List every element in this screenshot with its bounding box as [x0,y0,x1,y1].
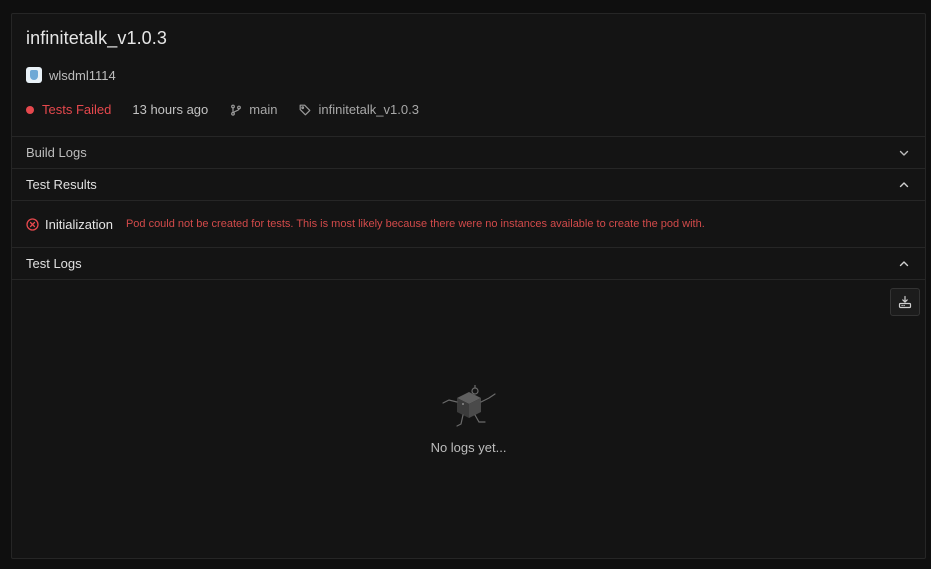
branch-info: main [230,102,277,117]
download-logs-button[interactable] [890,288,920,316]
chevron-up-icon [899,260,909,266]
section-test-logs[interactable]: Test Logs [12,248,925,280]
empty-logs-message: No logs yet... [430,440,507,455]
empty-state-robot-icon [442,385,496,427]
build-meta: Tests Failed 13 hours ago main infinitet… [26,102,419,117]
branch-name: main [249,102,278,117]
section-title: Test Results [26,177,97,192]
test-logs-panel: No logs yet... [12,280,925,558]
author-row[interactable]: wlsdml1114 [26,67,116,83]
chevron-down-icon [899,150,909,156]
section-title: Test Logs [26,256,82,271]
section-title: Build Logs [26,145,87,160]
build-header: infinitetalk_v1.0.3 wlsdml1114 Tests Fai… [12,14,925,137]
download-icon [898,295,912,309]
failed-circle-icon [26,217,39,231]
build-title: infinitetalk_v1.0.3 [26,28,167,48]
test-error-message: Pod could not be created for tests. This… [125,218,705,230]
test-name: Initialization [45,216,113,232]
tag-icon [300,104,311,115]
chevron-up-icon [899,181,909,187]
status-dot-icon [26,105,34,114]
avatar [26,67,42,83]
section-build-logs[interactable]: Build Logs [12,137,925,169]
status-text: Tests Failed [42,102,112,117]
timestamp: 13 hours ago [132,102,209,117]
author-name: wlsdml1114 [49,67,116,83]
section-test-results[interactable]: Test Results [12,169,925,201]
git-branch-icon [231,104,242,116]
build-detail-panel: infinitetalk_v1.0.3 wlsdml1114 Tests Fai… [11,13,926,559]
test-result-item[interactable]: Initialization Pod could not be created … [12,201,925,248]
status-badge: Tests Failed [26,102,111,117]
tag-name: infinitetalk_v1.0.3 [318,102,419,117]
tag-info: infinitetalk_v1.0.3 [299,102,419,117]
